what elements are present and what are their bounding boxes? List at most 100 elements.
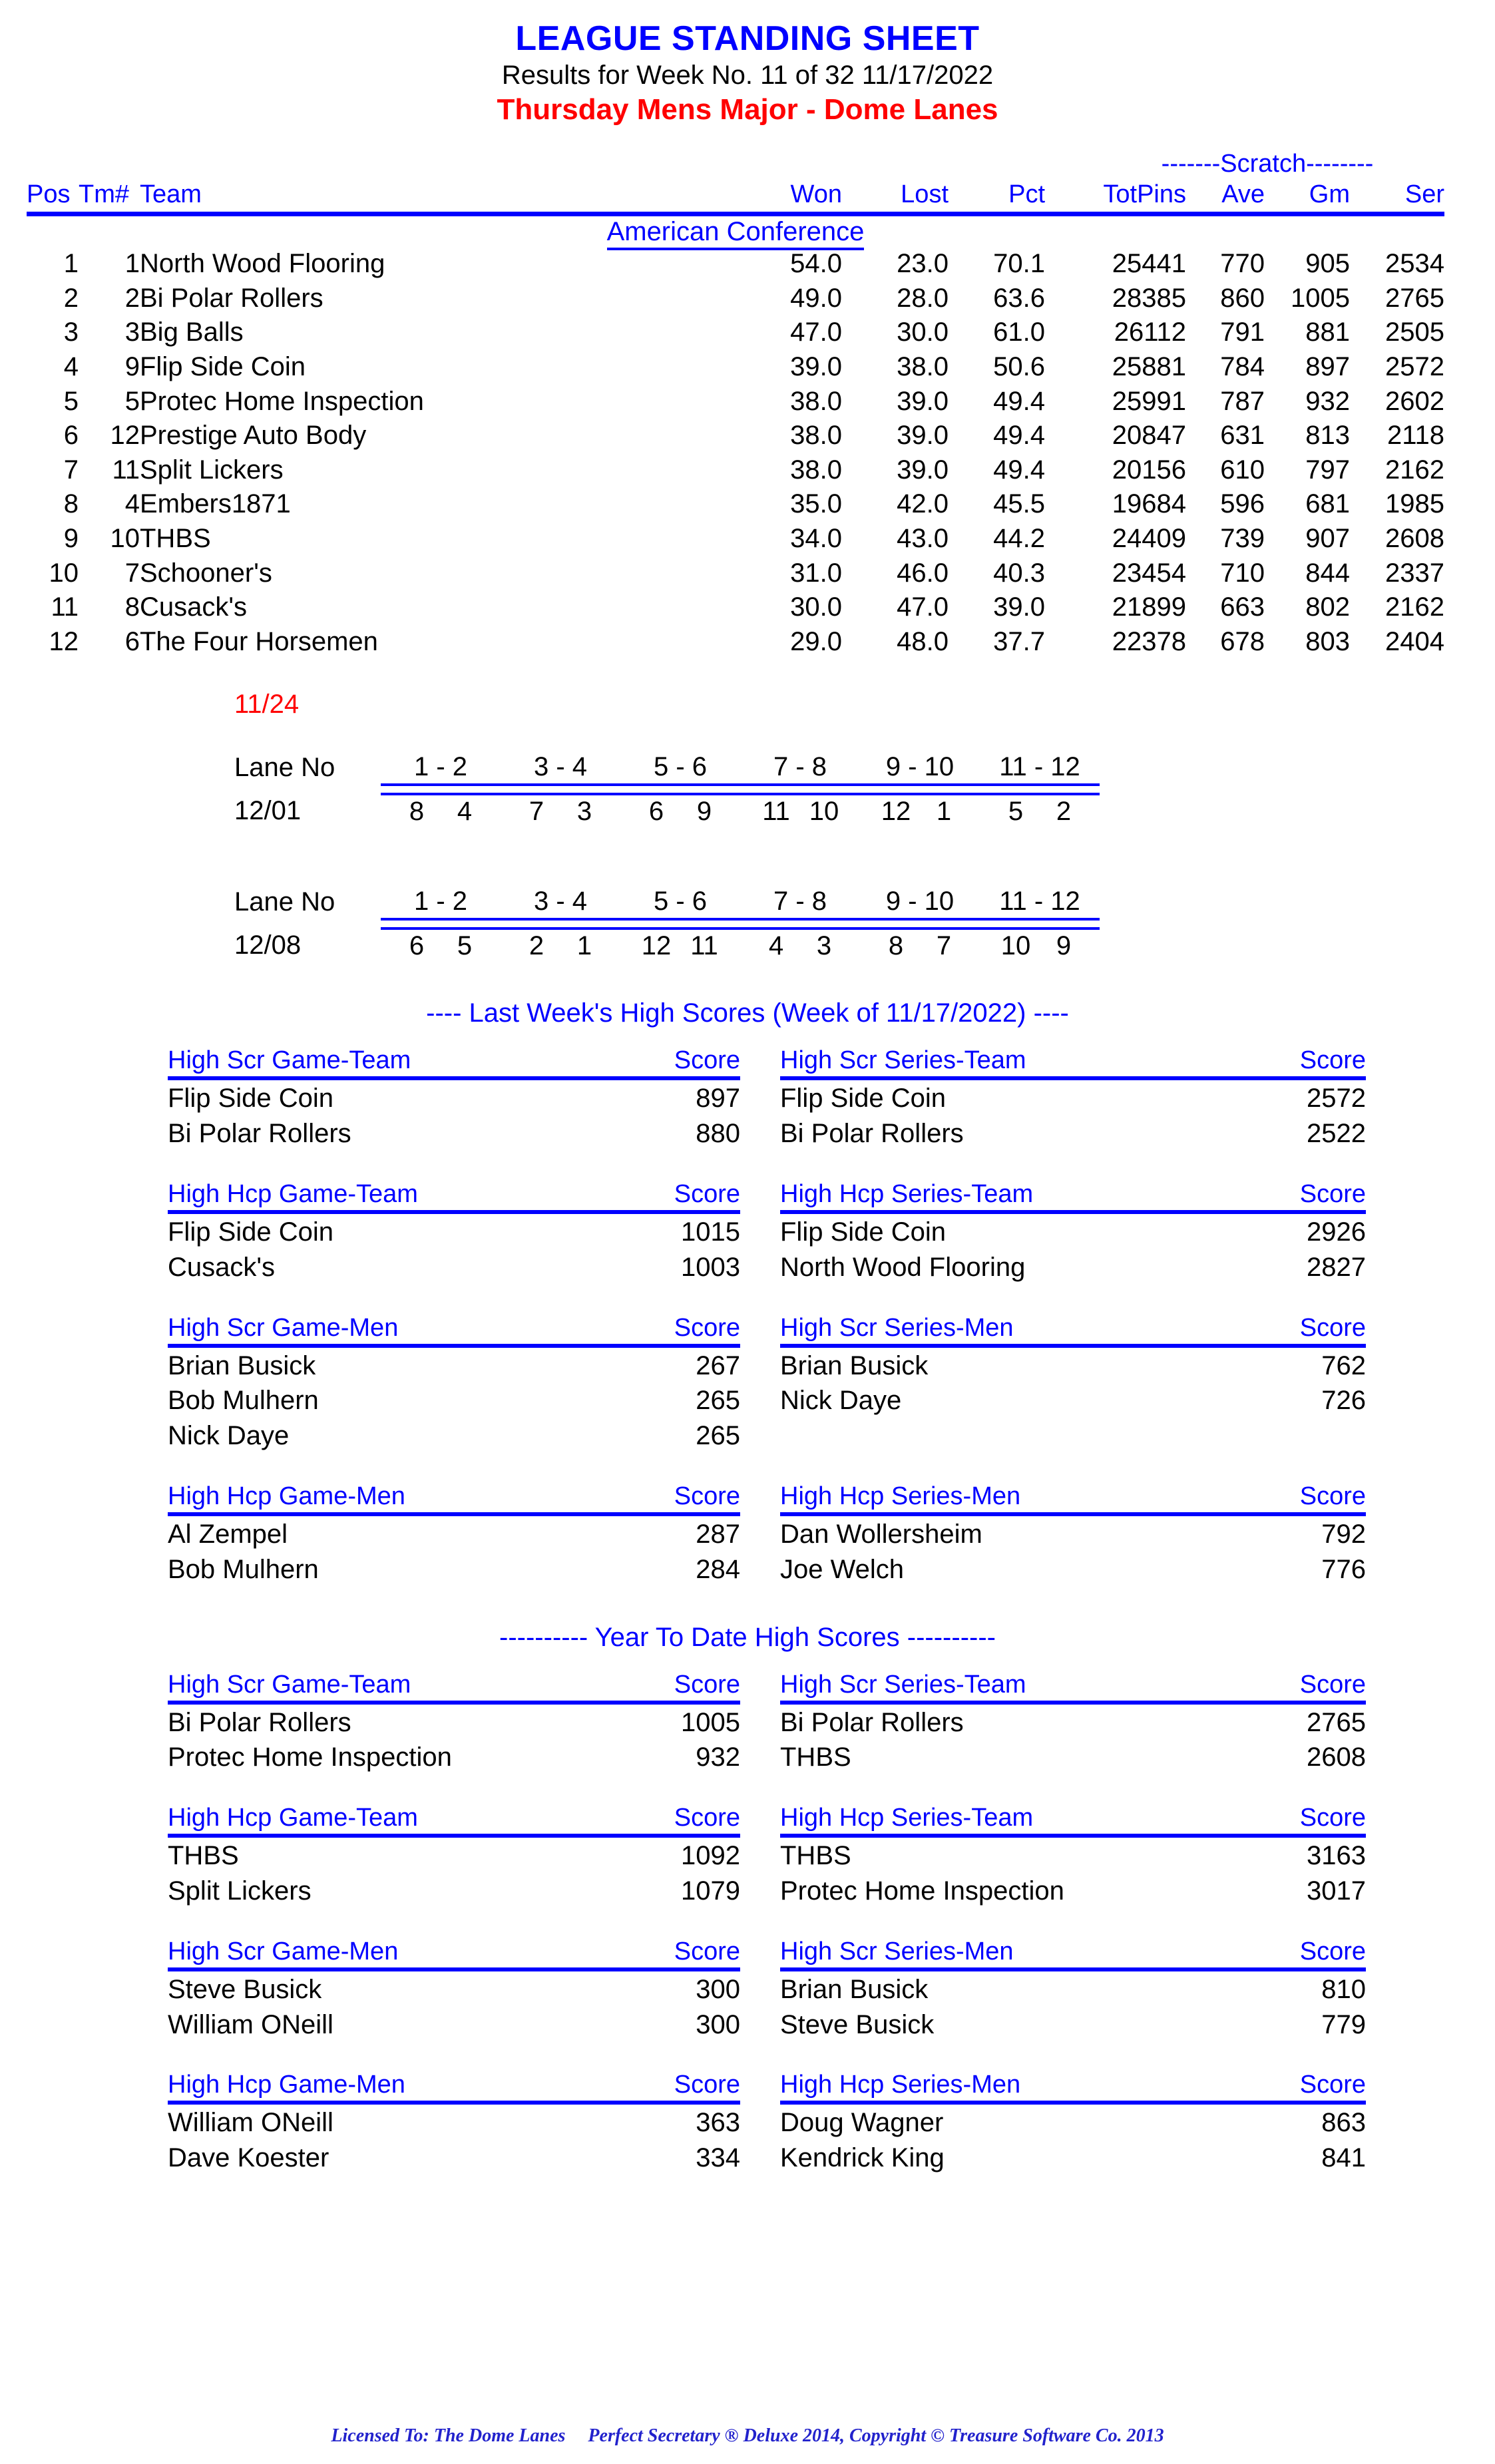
- league-name: Thursday Mens Major - Dome Lanes: [497, 93, 998, 126]
- table-row: 2 2 Bi Polar Rollers 49.0 28.0 63.6 28385 860 10…: [27, 282, 1444, 316]
- standings-cell-team-no: 8: [124, 592, 140, 622]
- standings-cell-team: Cusack's: [140, 592, 248, 622]
- lane-rule-1: [234, 783, 1100, 796]
- high-score-score-label: Score: [674, 1670, 740, 1699]
- standings-cell-gm: 803: [1305, 626, 1350, 656]
- standings-cell-lost: 28.0: [897, 283, 949, 313]
- standings-cell-lost: 42.0: [897, 489, 949, 519]
- lane-pair-1-1: 1 - 2: [413, 752, 468, 782]
- standings-cell-totpins: 19684: [1112, 489, 1186, 519]
- last-week-high-scores-grid: High Scr Game-Team Score Flip Side Coin 897…: [168, 1046, 1495, 1586]
- high-score-table-header: High Scr Game-Men Score: [168, 1314, 740, 1348]
- high-score-entry-placeholder: [780, 1418, 1366, 1452]
- lane-rule-2: [234, 918, 1100, 930]
- standings-cell-team-no: 7: [124, 558, 140, 588]
- matchup-1-1: 84: [409, 797, 473, 827]
- standings-cell-ser: 2404: [1385, 626, 1444, 656]
- high-score-entry-value: 2608: [1307, 1743, 1366, 1772]
- high-score-category-label: High Scr Game-Team: [168, 1046, 411, 1075]
- standings-cell-ave: 610: [1220, 455, 1265, 485]
- schedule-date-1: 12/01: [234, 796, 302, 826]
- col-header-team-no: Tm#: [79, 150, 140, 217]
- high-score-category-label: High Scr Series-Men: [780, 1313, 1014, 1342]
- high-score-entry-value: 2765: [1307, 1707, 1366, 1737]
- lane-pair-2-6: 11 - 12: [999, 887, 1080, 917]
- standings-cell-pct: 49.4: [993, 455, 1045, 485]
- high-score-score-label: Score: [1299, 1179, 1366, 1208]
- standings-cell-ave: 710: [1220, 558, 1265, 588]
- high-score-entry-value: 2926: [1307, 1217, 1366, 1247]
- standings-cell-pos: 3: [63, 317, 79, 347]
- high-score-entry-value: 779: [1321, 2009, 1366, 2039]
- standings-cell-gm: 932: [1305, 386, 1350, 416]
- lane-no-label-2: Lane No: [234, 887, 335, 917]
- high-score-entry-value: 776: [1321, 1554, 1366, 1584]
- standings-cell-pct: 37.7: [993, 626, 1045, 656]
- high-score-table-header: High Scr Series-Men Score: [780, 1314, 1366, 1348]
- standings-cell-lost: 38.0: [897, 352, 949, 382]
- high-score-entry: Bi Polar Rollers 1005: [168, 1705, 740, 1740]
- standings-cell-gm: 905: [1305, 249, 1350, 279]
- high-score-entry: Brian Busick 810: [780, 1971, 1366, 2007]
- high-score-entry: Flip Side Coin 2926: [780, 1214, 1366, 1249]
- standings-cell-gm: 681: [1305, 489, 1350, 519]
- high-score-entry: Bob Mulhern 265: [168, 1382, 740, 1418]
- high-score-row-gap: [168, 1285, 740, 1314]
- high-score-entry: Steve Busick 300: [168, 1971, 740, 2007]
- high-score-table: High Scr Series-Team Score Flip Side Coin 2…: [780, 1046, 1366, 1151]
- standing-sheet-page: LEAGUE STANDING SHEET Results for Week N…: [0, 0, 1495, 2464]
- standings-cell-won: 38.0: [790, 455, 842, 485]
- table-row: 5 5 Protec Home Inspection 38.0 39.0 49.4 2599…: [27, 385, 1444, 419]
- schedule-spacer: [0, 828, 1495, 855]
- high-score-score-label: Score: [674, 1046, 740, 1075]
- standings-cell-team-no: 3: [124, 317, 140, 347]
- high-score-entry: Split Lickers 1079: [168, 1873, 740, 1908]
- standings-cell-team: Embers1871: [140, 489, 291, 519]
- high-score-entry: Bi Polar Rollers 880: [168, 1116, 740, 1151]
- standings-cell-totpins: 28385: [1112, 283, 1186, 313]
- high-score-entry: Cusack's 1003: [168, 1249, 740, 1285]
- standings-cell-ave: 739: [1220, 524, 1265, 553]
- standings-cell-totpins: 25881: [1112, 352, 1186, 382]
- high-score-entry-value: 2572: [1307, 1084, 1366, 1114]
- standings-cell-totpins: 20156: [1112, 455, 1186, 485]
- standings-cell-won: 54.0: [790, 249, 842, 279]
- high-score-entry-name: Brian Busick: [780, 1350, 929, 1380]
- high-score-entry-value: 2827: [1307, 1252, 1366, 1282]
- high-score-row-gap: [740, 2041, 780, 2071]
- matchup-2-1: 65: [409, 931, 473, 961]
- high-score-score-label: Score: [674, 1313, 740, 1342]
- high-score-score-label: Score: [674, 1937, 740, 1965]
- schedule-section: 11/24 Lane No 1 - 2 3 - 4 5 - 6 7 - 8 9 …: [0, 688, 1495, 962]
- high-score-entry: Nick Daye 265: [168, 1418, 740, 1453]
- high-score-table-header: High Hcp Series-Team Score: [780, 1804, 1366, 1838]
- standings-cell-won: 39.0: [790, 352, 842, 382]
- conference-name: American Conference: [27, 217, 1444, 251]
- col-header-team: Team: [140, 150, 742, 217]
- high-score-score-label: Score: [674, 1482, 740, 1510]
- standings-cell-pct: 63.6: [993, 283, 1045, 313]
- year-to-date-section-title: ---------- Year To Date High Scores ----…: [499, 1622, 996, 1652]
- standings-cell-gm: 1005: [1291, 283, 1350, 313]
- standings-cell-team-no: 12: [110, 421, 140, 451]
- high-score-entry-value: 1015: [681, 1217, 740, 1247]
- high-score-entry: Bi Polar Rollers 2765: [780, 1705, 1366, 1740]
- high-score-entry-value: 863: [1321, 2108, 1366, 2138]
- matchup-2-4: 43: [768, 931, 832, 961]
- high-score-score-label: Score: [1299, 2071, 1366, 2099]
- high-score-table: High Scr Game-Team Score Flip Side Coin 897…: [168, 1046, 740, 1151]
- high-score-table: High Hcp Game-Men Score Al Zempel 287 Bob Mu…: [168, 1482, 740, 1587]
- footer-licensed-to: Licensed To: The Dome Lanes: [331, 2425, 566, 2446]
- standings-cell-pos: 10: [49, 558, 79, 588]
- standings-cell-gm: 813: [1305, 421, 1350, 451]
- conference-name-text: American Conference: [606, 217, 865, 251]
- standings-cell-team: Flip Side Coin: [140, 352, 306, 382]
- high-score-entry-name: Protec Home Inspection: [780, 1876, 1064, 1906]
- high-score-entry: Brian Busick 762: [780, 1348, 1366, 1383]
- standings-cell-ser: 2608: [1385, 524, 1444, 553]
- high-score-entry-name: North Wood Flooring: [780, 1252, 1026, 1282]
- high-score-entry-value: 265: [696, 1386, 740, 1416]
- high-score-entry-name: Dave Koester: [168, 2143, 329, 2173]
- high-score-category-label: High Scr Game-Men: [168, 1313, 399, 1342]
- high-score-table: High Scr Series-Men Score Brian Busick 762 N…: [780, 1314, 1366, 1453]
